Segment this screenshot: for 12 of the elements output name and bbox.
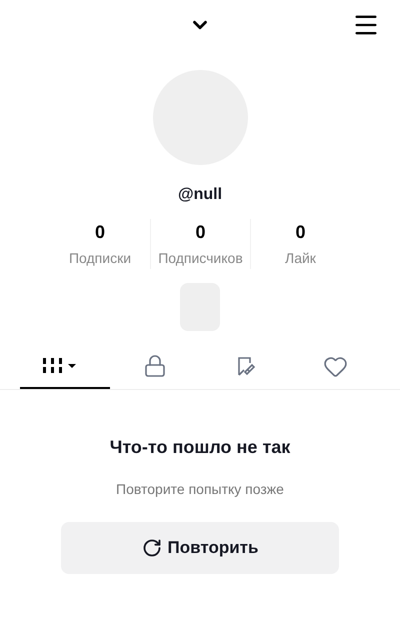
stat-value: 0 (94, 221, 105, 244)
stat-label: Подписки (68, 249, 132, 268)
stat-label: Подписчиков (158, 249, 243, 268)
username: @null (178, 185, 222, 205)
error-message: Повторите попытку позже (116, 480, 284, 499)
retry-button[interactable]: Повторить (61, 522, 339, 574)
lock-icon (143, 354, 167, 378)
stat-value: 0 (295, 221, 306, 244)
stat-label: Лайк (285, 249, 316, 268)
error-title: Что-то пошло не так (110, 436, 290, 459)
refresh-icon (142, 538, 162, 558)
stat-value: 0 (195, 221, 206, 244)
